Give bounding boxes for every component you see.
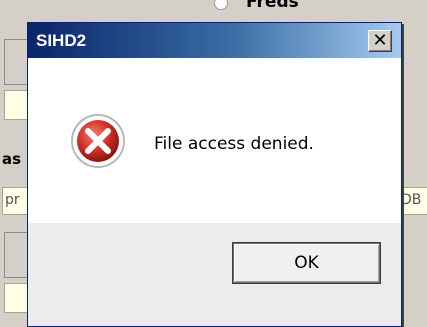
background-radio[interactable] <box>214 0 228 10</box>
error-message: File access denied. <box>154 134 314 154</box>
background-input-1[interactable] <box>4 90 28 120</box>
ok-button-label: OK <box>294 253 319 273</box>
close-icon: ✕ <box>372 29 388 51</box>
dialog-titlebar[interactable]: SIHD2 ✕ <box>28 23 401 58</box>
error-dialog: SIHD2 ✕ File access denied. OK <box>27 22 402 327</box>
background-input-3-text: DB <box>401 192 422 208</box>
dialog-title: SIHD2 <box>36 30 87 50</box>
background-input-2-text: pr <box>5 192 20 208</box>
background-input-3[interactable]: DB <box>398 187 427 215</box>
background-input-2[interactable]: pr <box>2 187 28 215</box>
background-input-4[interactable] <box>4 283 28 313</box>
background-panel <box>4 39 28 85</box>
error-icon <box>71 114 125 168</box>
ok-button[interactable]: OK <box>233 243 380 283</box>
close-button[interactable]: ✕ <box>368 29 392 52</box>
background-top-label: Freds <box>246 0 299 12</box>
background-label: as <box>2 150 22 168</box>
background-panel-2 <box>4 232 28 278</box>
dialog-footer: OK <box>28 223 401 326</box>
dialog-body: File access denied. <box>28 58 401 223</box>
